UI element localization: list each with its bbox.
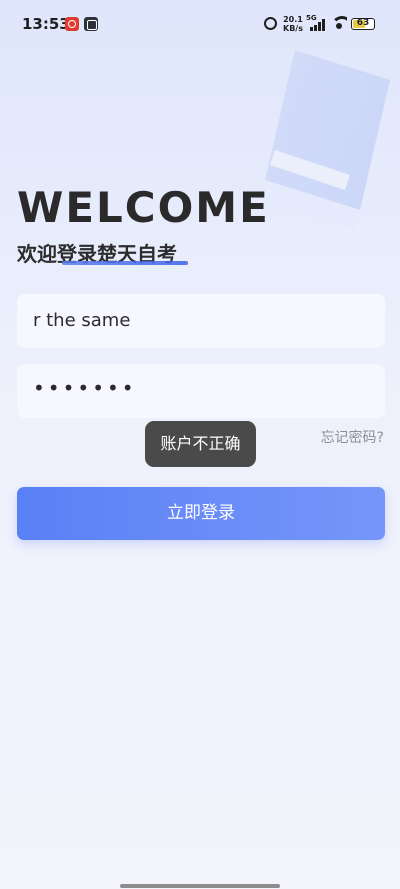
- alarm-icon: [264, 17, 277, 30]
- error-toast: 账户不正确: [145, 421, 256, 467]
- battery-level: 63: [356, 18, 370, 28]
- login-button[interactable]: 立即登录: [17, 487, 385, 540]
- account-input[interactable]: r the same: [17, 294, 385, 348]
- network-speed-value: 20.1: [283, 15, 303, 24]
- network-speed-unit: KB/s: [283, 24, 303, 33]
- password-input[interactable]: •••••••: [17, 364, 385, 418]
- home-indicator[interactable]: [120, 884, 280, 888]
- network-speed: 20.1 KB/s: [283, 15, 303, 33]
- forgot-password-link[interactable]: 忘记密码?: [321, 427, 384, 447]
- battery-icon: 63: [351, 18, 375, 30]
- notification-app-icon-2: [84, 17, 98, 31]
- wifi-icon: [331, 16, 347, 30]
- notification-app-icon: [65, 17, 79, 31]
- welcome-heading: WELCOME: [17, 183, 270, 232]
- status-time: 13:53: [22, 15, 70, 33]
- subtitle-underline: [62, 261, 188, 265]
- signal-icon: [310, 19, 326, 31]
- book-illustration: [260, 50, 390, 230]
